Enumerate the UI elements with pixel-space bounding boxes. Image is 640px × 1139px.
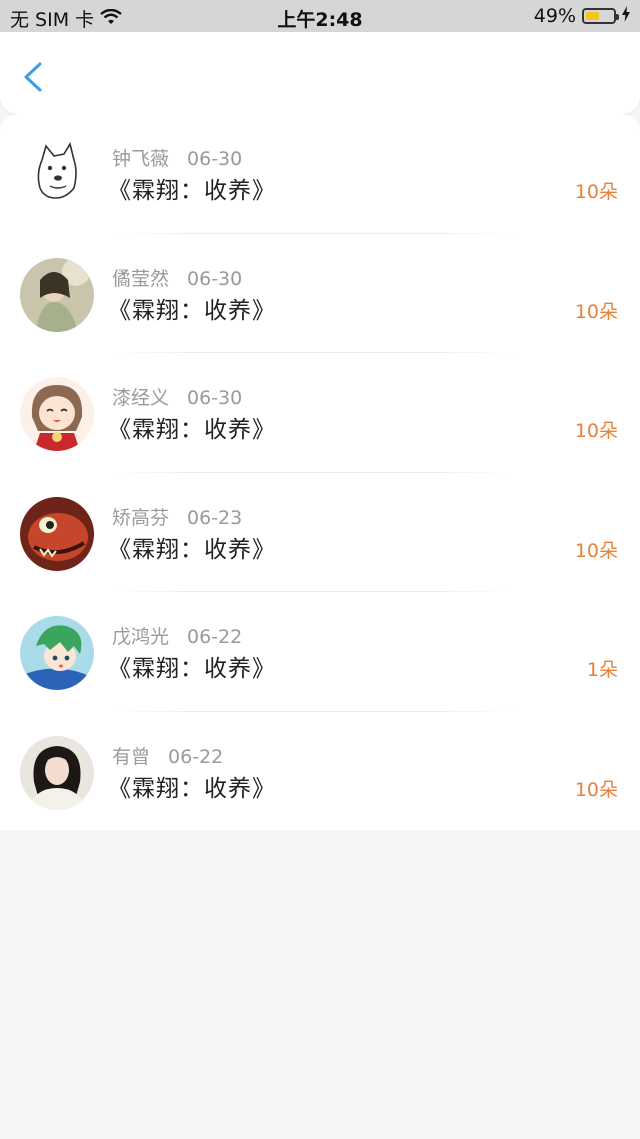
list-item[interactable]: 僪莹然 06-30 《霖翔：收养》 10朵	[0, 234, 640, 353]
avatar[interactable]	[20, 616, 94, 690]
sender-name: 有曾	[112, 745, 151, 768]
avatar[interactable]	[20, 257, 94, 332]
meta-line: 钟飞薇 06-30	[112, 144, 242, 171]
battery-level	[586, 12, 599, 20]
gift-amount: 10朵	[574, 300, 618, 323]
book-title: 《霖翔：收养》	[108, 297, 276, 324]
sender-name: 矫高芬	[112, 506, 170, 529]
gift-record-list: 钟飞薇 06-30 《霖翔：收养》 10朵 僪莹然 06-30 《霖翔：收养》 10朵 漆经义 0…	[0, 114, 640, 830]
book-title: 《霖翔：收养》	[108, 656, 276, 682]
sender-name: 钟飞薇	[112, 148, 170, 170]
list-item[interactable]: 戊鸿光 06-22 《霖翔：收养》 1朵	[0, 592, 640, 712]
record-date: 06-30	[187, 267, 243, 290]
charging-icon	[622, 5, 630, 27]
gift-amount: 10朵	[574, 778, 618, 801]
meta-line: 矫高芬 06-23	[112, 503, 242, 530]
gift-amount: 10朵	[574, 539, 618, 562]
nav-bar	[0, 32, 640, 114]
meta-line: 漆经义 06-30	[112, 383, 242, 410]
gift-amount: 10朵	[574, 420, 618, 442]
record-date: 06-30	[187, 148, 243, 170]
list-item[interactable]: 漆经义 06-30 《霖翔：收养》 10朵	[0, 353, 640, 473]
gift-amount: 10朵	[574, 181, 618, 203]
book-title: 《霖翔：收养》	[108, 417, 276, 443]
gift-amount: 1朵	[586, 659, 618, 681]
status-bar: 无 SIM 卡 上午2:48 49%	[0, 0, 640, 32]
sender-name: 戊鸿光	[112, 626, 170, 648]
meta-line: 僪莹然 06-30	[112, 264, 242, 291]
list-item[interactable]: 有曾 06-22 《霖翔：收养》 10朵	[0, 712, 640, 832]
status-right: 49%	[534, 5, 630, 27]
book-title: 《霖翔：收养》	[108, 178, 276, 204]
record-date: 06-22	[168, 745, 224, 768]
avatar[interactable]	[20, 496, 94, 571]
back-button[interactable]	[18, 56, 54, 98]
sender-name: 漆经义	[112, 387, 170, 409]
book-title: 《霖翔：收养》	[108, 536, 276, 563]
sender-name: 僪莹然	[112, 267, 170, 290]
chevron-left-icon	[24, 62, 42, 92]
record-date: 06-23	[187, 506, 243, 529]
record-date: 06-22	[187, 626, 243, 648]
book-title: 《霖翔：收养》	[108, 775, 276, 802]
battery-percent: 49%	[533, 5, 576, 27]
record-date: 06-30	[187, 387, 243, 409]
meta-line: 戊鸿光 06-22	[112, 622, 242, 649]
avatar[interactable]	[20, 138, 94, 212]
list-item[interactable]: 矫高芬 06-23 《霖翔：收养》 10朵	[0, 473, 640, 592]
battery-icon	[582, 8, 619, 24]
list-item[interactable]: 钟飞薇 06-30 《霖翔：收养》 10朵	[0, 114, 640, 234]
meta-line: 有曾 06-22	[112, 742, 223, 769]
avatar[interactable]	[20, 377, 94, 451]
avatar[interactable]	[20, 735, 94, 810]
